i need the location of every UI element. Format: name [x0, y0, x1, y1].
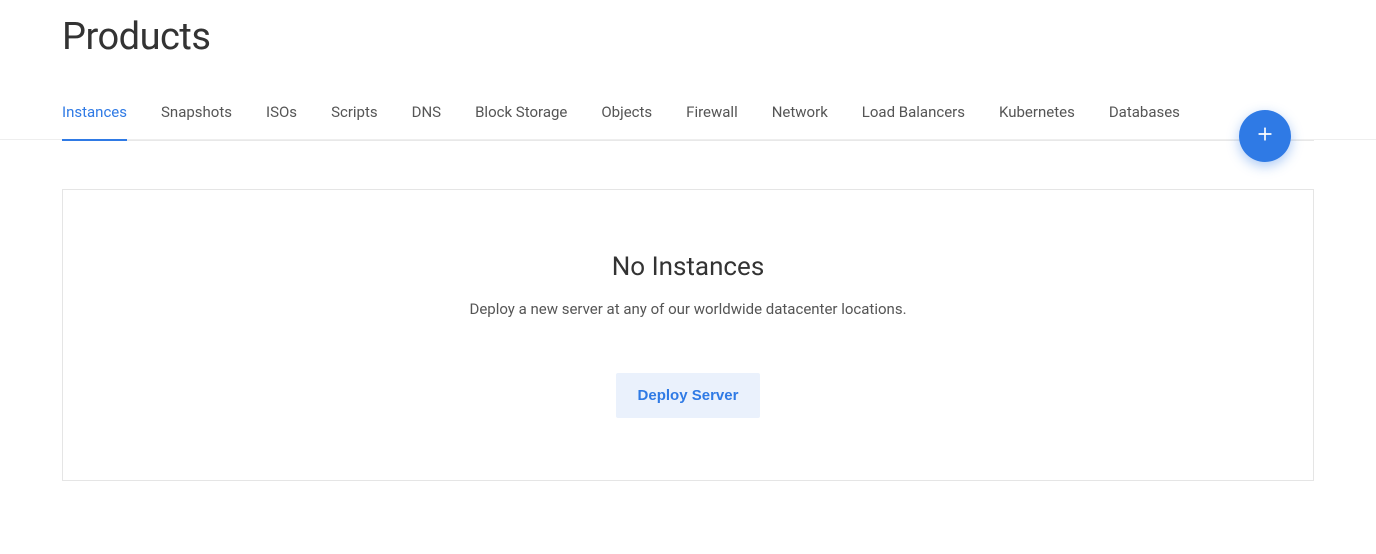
page-container: Products Instances Snapshots ISOs Script… — [0, 0, 1376, 481]
plus-icon — [1255, 124, 1275, 148]
add-button[interactable] — [1239, 110, 1291, 162]
tab-block-storage[interactable]: Block Storage — [475, 85, 567, 141]
tab-load-balancers[interactable]: Load Balancers — [862, 85, 965, 141]
page-title: Products — [62, 0, 1314, 84]
empty-state-subtitle: Deploy a new server at any of our worldw… — [83, 300, 1293, 318]
tab-network[interactable]: Network — [772, 85, 828, 141]
tab-firewall[interactable]: Firewall — [686, 85, 738, 141]
tab-instances[interactable]: Instances — [62, 85, 127, 141]
tab-kubernetes[interactable]: Kubernetes — [999, 85, 1075, 141]
tab-scripts[interactable]: Scripts — [331, 85, 378, 141]
deploy-server-button[interactable]: Deploy Server — [616, 373, 761, 418]
tabs-container: Instances Snapshots ISOs Scripts DNS Blo… — [62, 84, 1314, 140]
tab-objects[interactable]: Objects — [601, 85, 652, 141]
tabs-wrapper: Instances Snapshots ISOs Scripts DNS Blo… — [62, 84, 1314, 141]
tab-isos[interactable]: ISOs — [266, 85, 297, 141]
empty-state-title: No Instances — [83, 252, 1293, 282]
empty-state-panel: No Instances Deploy a new server at any … — [62, 189, 1314, 481]
tab-dns[interactable]: DNS — [412, 85, 441, 141]
tab-databases[interactable]: Databases — [1109, 85, 1180, 141]
tab-snapshots[interactable]: Snapshots — [161, 85, 232, 141]
